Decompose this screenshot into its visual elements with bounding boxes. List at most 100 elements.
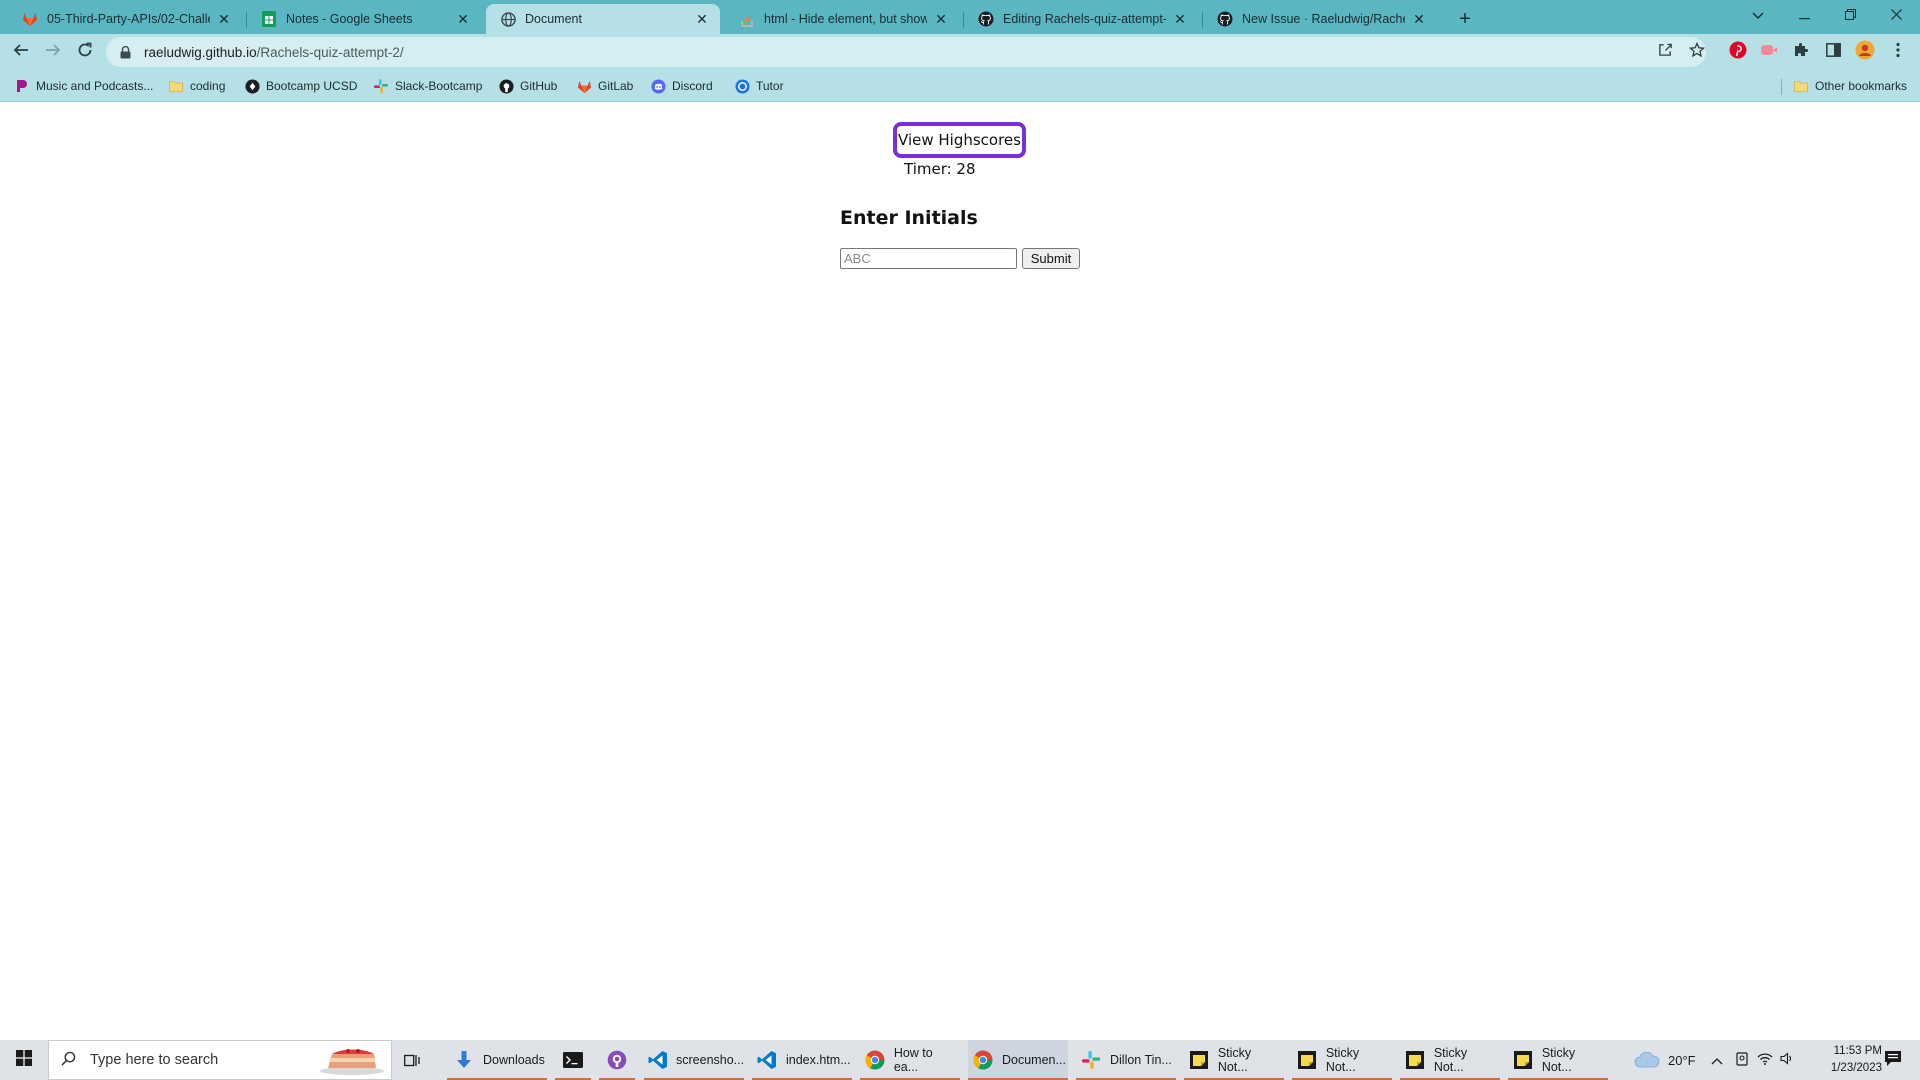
close-icon[interactable]: ✕ [455, 11, 471, 27]
back-button[interactable] [7, 38, 35, 66]
page-title: Enter Initials [840, 207, 978, 229]
tray-network[interactable] [1757, 1040, 1773, 1080]
taskbar-slack[interactable]: Dillon Tin... [1076, 1040, 1176, 1080]
tray-overflow-button[interactable] [1711, 1040, 1723, 1080]
side-panel-button[interactable] [1820, 39, 1846, 65]
bookmark-label: Tutor [756, 79, 784, 93]
bookmark-coding[interactable]: coding [168, 77, 225, 95]
notifications-button[interactable] [1878, 1040, 1908, 1080]
taskbar-chrome-document[interactable]: Documen... [968, 1040, 1068, 1080]
bookmark-label: GitLab [598, 79, 634, 93]
minimize-button[interactable] [1781, 0, 1827, 30]
search-placeholder: Type here to search [90, 1052, 219, 1068]
minimize-icon [1798, 7, 1810, 23]
sticky-notes-icon [1404, 1049, 1426, 1071]
taskbar-downloads[interactable]: Downloads [447, 1040, 547, 1080]
restore-icon [1844, 7, 1856, 23]
camera-icon [1735, 1051, 1749, 1069]
tab-gitlab-challenge[interactable]: 05-Third-Party-APIs/02-Challenge ✕ [8, 4, 242, 34]
bookmark-slack-bootcamp[interactable]: Slack-Bootcamp [373, 77, 482, 95]
weather-widget[interactable]: 20°F [1634, 1040, 1696, 1080]
chrome-icon [972, 1049, 994, 1071]
view-highscores-button[interactable]: View Highscores [893, 122, 1026, 158]
tab-strip: 05-Third-Party-APIs/02-Challenge ✕ Notes… [0, 0, 1920, 34]
search-highlight-icon [318, 1046, 386, 1076]
taskbar-sticky-notes-1[interactable]: Sticky Not... [1184, 1040, 1284, 1080]
pocketcasts-icon [14, 78, 30, 94]
bookmark-star-button[interactable] [1683, 38, 1711, 66]
taskbar-clock[interactable]: 11:53 PM 1/23/2023 [1792, 1043, 1882, 1077]
windows-icon [16, 1049, 32, 1071]
other-bookmarks[interactable]: Other bookmarks [1793, 77, 1907, 95]
pinterest-extension[interactable] [1725, 39, 1751, 65]
share-button[interactable] [1651, 38, 1679, 66]
kebab-menu-icon [1896, 42, 1900, 63]
restore-button[interactable] [1827, 0, 1873, 30]
avatar-icon [1855, 40, 1875, 65]
tab-google-sheets[interactable]: Notes - Google Sheets ✕ [247, 4, 481, 34]
taskbar-vscode-screenshot[interactable]: screensho... [644, 1040, 744, 1080]
tray-meet-now[interactable] [1735, 1040, 1749, 1080]
browser-toolbar: raeludwig.github.io/Rachels-quiz-attempt… [0, 34, 1920, 70]
discord-icon [650, 78, 666, 94]
submit-button[interactable]: Submit [1022, 248, 1080, 269]
cloud-icon [1634, 1052, 1660, 1068]
tab-github-editing[interactable]: Editing Rachels-quiz-attempt-2/README ✕ [964, 4, 1198, 34]
github-icon [978, 11, 994, 27]
address-bar[interactable]: raeludwig.github.io/Rachels-quiz-attempt… [106, 37, 1706, 67]
taskbar-app-label: Dillon Tin... [1110, 1053, 1172, 1067]
start-button[interactable] [0, 1040, 48, 1080]
tab-title: html - Hide element, but show CSS [764, 12, 927, 26]
record-icon [1760, 43, 1778, 62]
close-icon[interactable]: ✕ [933, 11, 949, 27]
extensions-button[interactable] [1788, 39, 1814, 65]
profile-avatar[interactable] [1852, 39, 1878, 65]
taskbar-sticky-notes-3[interactable]: Sticky Not... [1400, 1040, 1500, 1080]
taskbar-sticky-notes-2[interactable]: Sticky Not... [1292, 1040, 1392, 1080]
tab-github-new-issue[interactable]: New Issue · Raeludwig/Rachels-quiz ✕ [1203, 4, 1437, 34]
chevron-up-icon [1711, 1053, 1723, 1068]
close-icon[interactable]: ✕ [1411, 11, 1427, 27]
download-icon [453, 1049, 475, 1071]
initials-input[interactable] [840, 248, 1017, 269]
bookmark-bootcamp-ucsd[interactable]: Bootcamp UCSD [244, 77, 357, 95]
tab-title: Editing Rachels-quiz-attempt-2/README [1003, 12, 1166, 26]
taskbar-sticky-notes-4[interactable]: Sticky Not... [1508, 1040, 1608, 1080]
taskbar-chrome-howto[interactable]: How to ea... [860, 1040, 960, 1080]
github-icon [498, 78, 514, 94]
weather-temp: 20°F [1668, 1052, 1696, 1068]
bookmark-github[interactable]: GitHub [498, 77, 557, 95]
close-icon[interactable]: ✕ [216, 11, 232, 27]
tab-stackoverflow[interactable]: html - Hide element, but show CSS ✕ [725, 4, 959, 34]
bookmark-music-podcasts[interactable]: Music and Podcasts... [14, 77, 153, 95]
close-window-button[interactable] [1873, 0, 1919, 30]
tab-search-button[interactable] [1735, 0, 1781, 30]
terminal-icon [562, 1049, 583, 1071]
lock-icon[interactable] [120, 45, 134, 59]
taskbar-github-desktop[interactable] [599, 1040, 635, 1080]
bookmark-discord[interactable]: Discord [650, 77, 713, 95]
forward-button[interactable] [39, 38, 67, 66]
task-view-button[interactable] [402, 1040, 430, 1080]
taskbar-terminal[interactable] [555, 1040, 591, 1080]
page-content: View Highscores Timer: 28 Enter Initials… [0, 103, 1920, 1040]
new-tab-button[interactable]: + [1453, 7, 1477, 31]
reload-button[interactable] [71, 38, 99, 66]
bookmark-gitlab[interactable]: GitLab [576, 77, 633, 95]
sheets-icon [261, 11, 277, 27]
chrome-menu-button[interactable] [1885, 39, 1911, 65]
taskbar-app-label: screensho... [676, 1053, 745, 1067]
chrome-icon [864, 1049, 886, 1071]
video-extension[interactable] [1756, 39, 1782, 65]
sticky-notes-icon [1512, 1049, 1534, 1071]
close-icon[interactable]: ✕ [694, 11, 710, 27]
tab-title: New Issue · Raeludwig/Rachels-quiz [1242, 12, 1405, 26]
task-view-icon [402, 1049, 422, 1071]
close-icon[interactable]: ✕ [1172, 11, 1188, 27]
taskbar-vscode-index[interactable]: index.htm... [752, 1040, 852, 1080]
taskbar-app-label: Documen... [1002, 1053, 1066, 1067]
share-icon [1658, 42, 1673, 62]
bookmark-label: Other bookmarks [1815, 79, 1908, 93]
tab-document[interactable]: Document ✕ [486, 4, 720, 34]
bookmark-tutor[interactable]: Tutor [734, 77, 784, 95]
